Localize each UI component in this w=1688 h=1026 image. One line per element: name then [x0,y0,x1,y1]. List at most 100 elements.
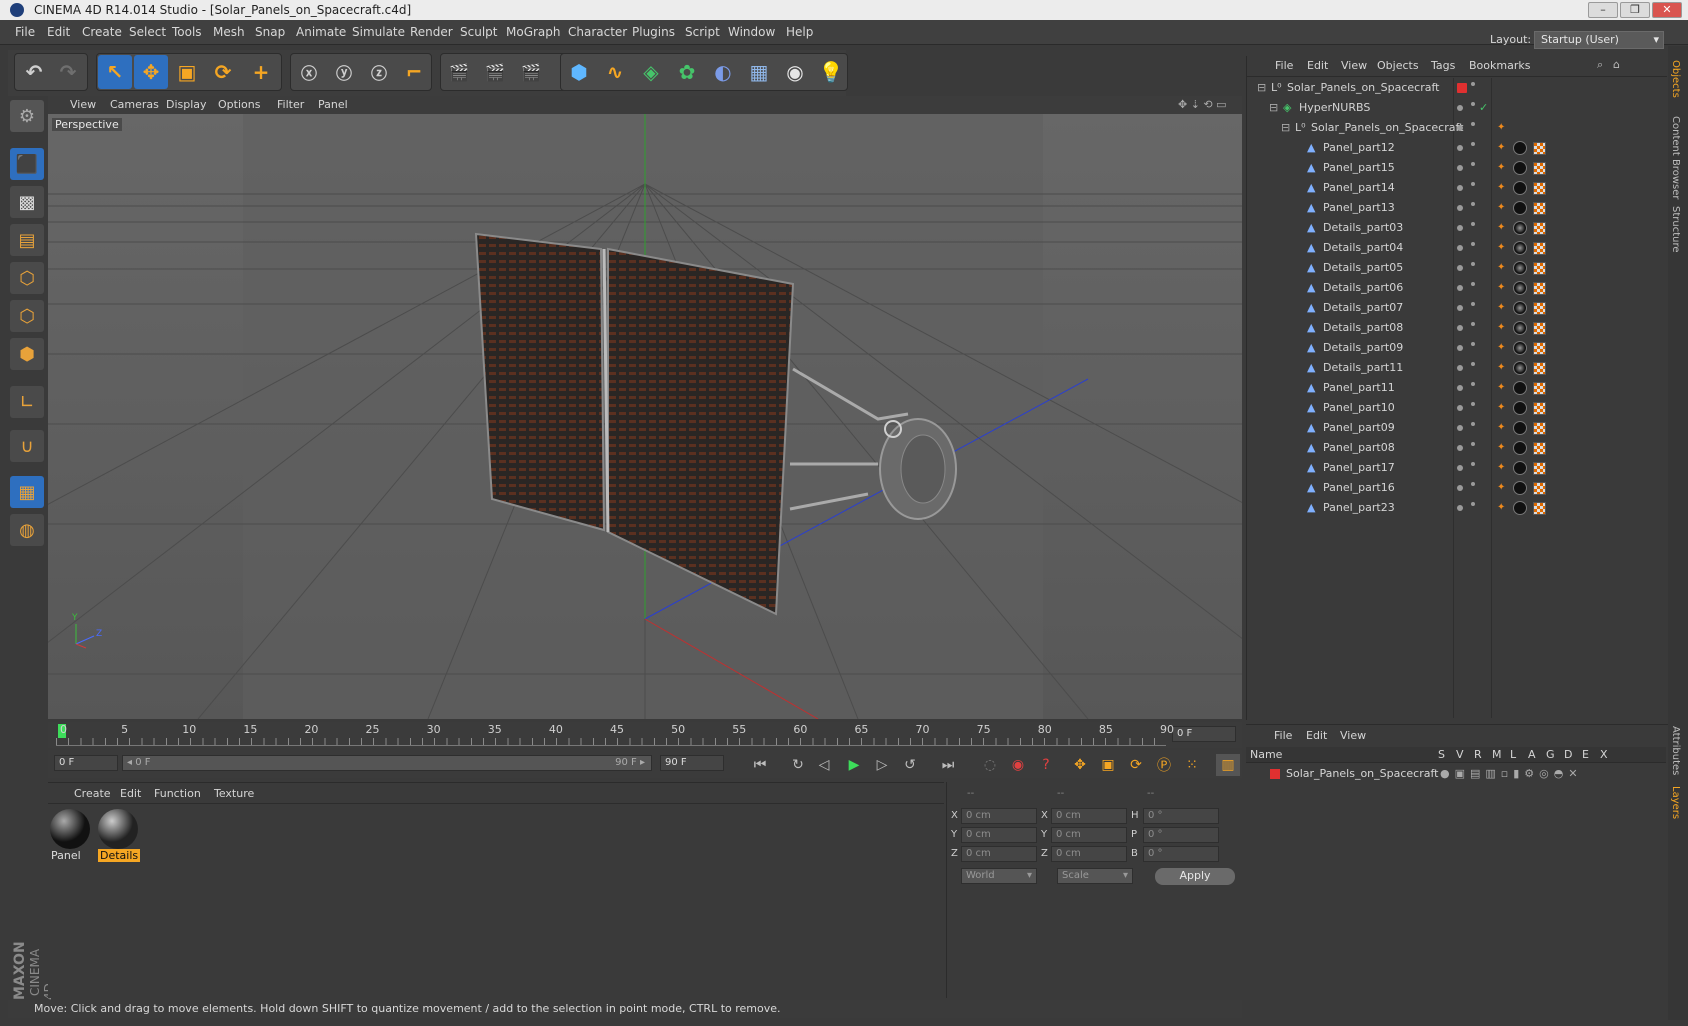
object-row[interactable]: ⊟ L⁰ Solar_Panels_on_Spacecraft [1247,78,1667,98]
uvw-tag-icon[interactable] [1533,482,1546,495]
visibility-render-dot[interactable] [1471,462,1475,466]
camera-icon[interactable]: ◉ [778,55,812,89]
scale-icon[interactable]: ▣ [170,55,204,89]
timeline-window-icon[interactable]: ▥ [1216,754,1240,776]
visibility-render-dot[interactable] [1471,302,1475,306]
make-editable-icon[interactable]: ⚙ [10,100,44,132]
visibility-render-dot[interactable] [1471,102,1475,106]
layer-flags[interactable]: ●▣▤▥▫▮⚙◎◓✕ [1440,767,1583,780]
object-row[interactable]: ▲ Details_part11 ✦ [1247,358,1667,378]
visibility-render-dot[interactable] [1471,502,1475,506]
material-tag-icon[interactable] [1513,221,1527,235]
phong-tag-icon[interactable]: ✦ [1497,202,1507,213]
phong-tag-icon[interactable]: ✦ [1497,182,1507,193]
y-axis-icon[interactable]: ⓨ [327,55,361,89]
visibility-editor-dot[interactable] [1457,365,1463,371]
object-row[interactable]: ▲ Details_part06 ✦ [1247,278,1667,298]
menu-mesh[interactable]: Mesh [213,25,245,39]
visibility-editor-dot[interactable] [1457,165,1463,171]
live-select-icon[interactable]: ↖ [98,55,132,89]
obj-menu-bookmarks[interactable]: Bookmarks [1469,59,1530,72]
uvw-tag-icon[interactable] [1533,362,1546,375]
material-tag-icon[interactable] [1513,421,1527,435]
visibility-render-dot[interactable] [1471,202,1475,206]
phong-tag-icon[interactable]: ✦ [1497,302,1507,313]
close-button[interactable]: ✕ [1652,2,1682,18]
visibility-render-dot[interactable] [1471,322,1475,326]
render-picture-viewer-icon[interactable]: 🎬 [478,55,512,89]
object-row[interactable]: ▲ Panel_part17 ✦ [1247,458,1667,478]
visibility-render-dot[interactable] [1471,402,1475,406]
help-icon[interactable]: ? [1034,754,1058,776]
vp-menu-cameras[interactable]: Cameras [110,98,159,111]
floor-icon[interactable]: ▦ [742,55,776,89]
menu-script[interactable]: Script [685,25,720,39]
phong-tag-icon[interactable]: ✦ [1497,462,1507,473]
material-tag-icon[interactable] [1513,341,1527,355]
visibility-render-dot[interactable] [1471,282,1475,286]
texture-mode-icon[interactable]: ▩ [10,186,44,218]
menu-file[interactable]: File [15,25,35,39]
object-name[interactable]: Panel_part12 [1323,141,1395,154]
rotation-p-field[interactable]: 0 ° [1143,827,1219,843]
tab-attributes[interactable]: Attributes [1670,726,1681,775]
visibility-render-dot[interactable] [1471,442,1475,446]
material-tag-icon[interactable] [1513,241,1527,255]
material-tag-icon[interactable] [1513,481,1527,495]
object-name[interactable]: Solar_Panels_on_Spacecraft [1287,81,1439,94]
render-settings-icon[interactable]: 🎬 [514,55,548,89]
visibility-render-dot[interactable] [1471,242,1475,246]
current-frame-field[interactable]: 0 F [1172,726,1236,742]
workplane-icon[interactable]: ▤ [10,224,44,256]
visibility-render-dot[interactable] [1471,262,1475,266]
object-name[interactable]: Panel_part14 [1323,181,1395,194]
object-row[interactable]: ▲ Panel_part13 ✦ [1247,198,1667,218]
visibility-editor-dot[interactable] [1457,405,1463,411]
layer-color-swatch[interactable] [1270,769,1280,779]
visibility-editor-dot[interactable] [1457,385,1463,391]
phong-tag-icon[interactable]: ✦ [1497,322,1507,333]
deformer-icon[interactable]: ◐ [706,55,740,89]
phong-tag-icon[interactable]: ✦ [1497,422,1507,433]
object-name[interactable]: Panel_part09 [1323,421,1395,434]
obj-menu-view[interactable]: View [1341,59,1367,72]
material-tag-icon[interactable] [1513,181,1527,195]
position-x-field[interactable]: 0 cm [961,808,1037,824]
object-name[interactable]: Panel_part10 [1323,401,1395,414]
phong-tag-icon[interactable]: ✦ [1497,482,1507,493]
uvw-tag-icon[interactable] [1533,382,1546,395]
object-row[interactable]: ▲ Panel_part12 ✦ [1247,138,1667,158]
material-tag-icon[interactable] [1513,381,1527,395]
size-y-field[interactable]: 0 cm [1051,827,1127,843]
uvw-tag-icon[interactable] [1533,162,1546,175]
object-name[interactable]: Panel_part08 [1323,441,1395,454]
home-icon[interactable]: ⌂ [1613,58,1620,71]
step-forward-icon[interactable]: ▷ [870,754,894,776]
obj-menu-objects[interactable]: Objects [1377,59,1419,72]
uvw-tag-icon[interactable] [1533,422,1546,435]
uvw-tag-icon[interactable] [1533,402,1546,415]
visibility-editor-dot[interactable] [1457,185,1463,191]
material-tag-icon[interactable] [1513,361,1527,375]
menu-plugins[interactable]: Plugins [632,25,675,39]
visibility-render-dot[interactable] [1471,222,1475,226]
material-tag-icon[interactable] [1513,461,1527,475]
object-row[interactable]: ▲ Panel_part08 ✦ [1247,438,1667,458]
visibility-editor-dot[interactable] [1457,485,1463,491]
position-z-field[interactable]: 0 cm [961,846,1037,862]
phong-tag-icon[interactable]: ✦ [1497,162,1507,173]
object-name[interactable]: Panel_part13 [1323,201,1395,214]
obj-menu-edit[interactable]: Edit [1307,59,1328,72]
menu-help[interactable]: Help [786,25,813,39]
object-row[interactable]: ⊟ ◈ HyperNURBS ✓ [1247,98,1667,118]
tab-content-browser[interactable]: Content Browser [1670,116,1681,199]
loop-icon[interactable]: ↻ [786,754,810,776]
axis-mode-icon[interactable]: ∟ [10,386,44,418]
edges-mode-icon[interactable]: ⬡ [10,300,44,332]
vp-menu-options[interactable]: Options [218,98,260,111]
object-name[interactable]: Panel_part15 [1323,161,1395,174]
phong-tag-icon[interactable]: ✦ [1497,242,1507,253]
visibility-editor-dot[interactable] [1457,125,1463,131]
object-row[interactable]: ▲ Panel_part23 ✦ [1247,498,1667,518]
timeline-ruler[interactable]: 0 F 0 5 10 15 20 25 30 35 40 45 50 55 60 65 70 75 80 85 90 [48,722,1242,748]
